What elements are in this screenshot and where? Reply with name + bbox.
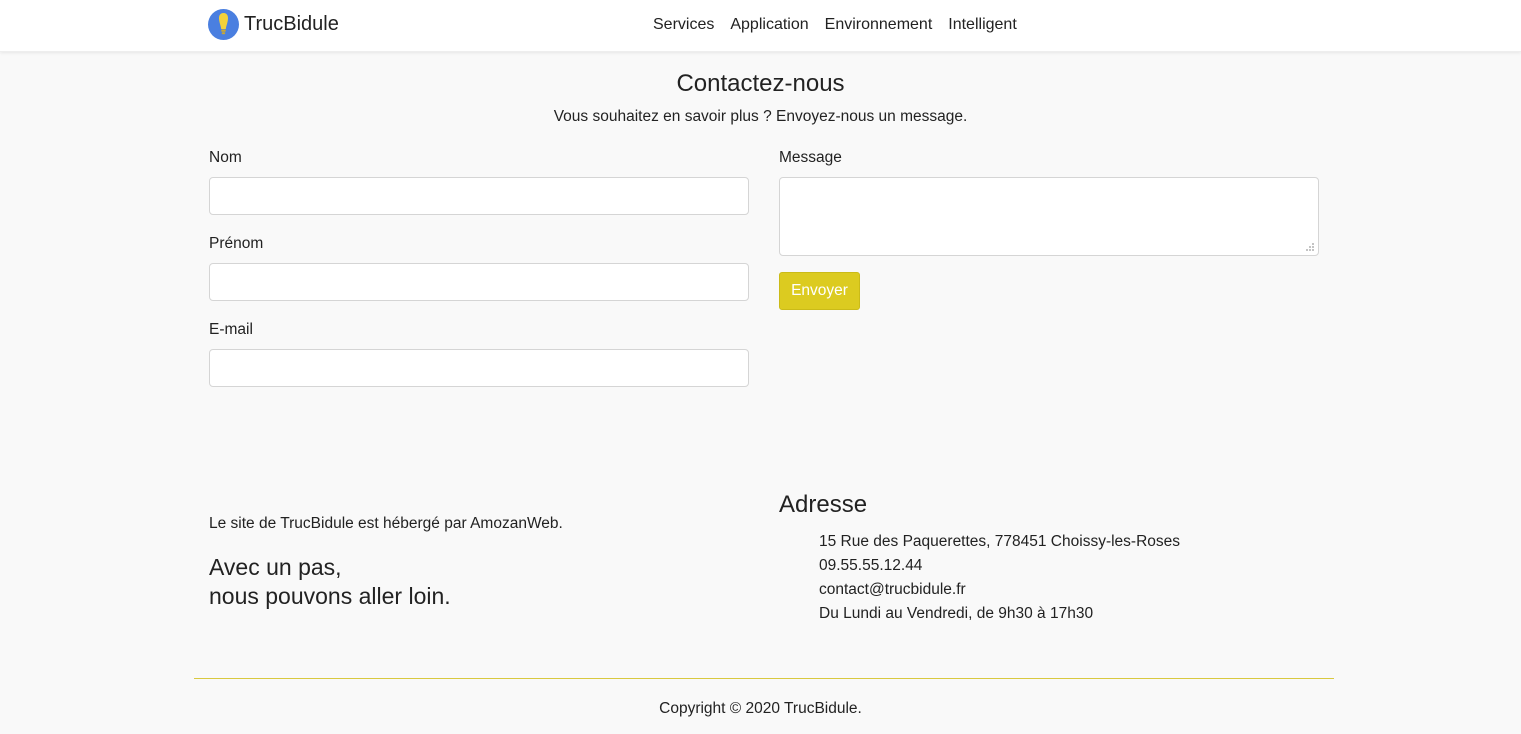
page-subtitle: Vous souhaitez en savoir plus ? Envoyez-… — [553, 108, 968, 125]
address-street: 15 Rue des Paquerettes, 778451 Choissy-l… — [819, 533, 1181, 550]
nom-input[interactable] — [209, 177, 749, 215]
send-button[interactable]: Envoyer — [779, 272, 860, 310]
message-label: Message — [779, 149, 842, 166]
message-textarea[interactable] — [779, 177, 1319, 256]
slogan: Avec un pas, nous pouvons aller loin. — [209, 553, 451, 611]
nom-label: Nom — [209, 149, 242, 166]
address-heading: Adresse — [779, 491, 868, 518]
nav-intelligent[interactable]: Intelligent — [948, 16, 1017, 34]
hosting-text: Le site de TrucBidule est hébergé par Am… — [209, 515, 563, 532]
brand-name: TrucBidule — [244, 13, 339, 35]
nav-environnement[interactable]: Environnement — [825, 16, 933, 34]
main-nav: Services Application Environnement Intel… — [653, 16, 1017, 34]
slogan-line: Avec un pas, — [209, 554, 342, 580]
address-list: 15 Rue des Paquerettes, 778451 Choissy-l… — [819, 530, 1180, 626]
prenom-input[interactable] — [209, 263, 749, 301]
brand-link[interactable]: TrucBidule — [208, 9, 339, 40]
copyright: Copyright © 2020 TrucBidule. — [659, 700, 862, 717]
lightbulb-icon — [208, 9, 239, 40]
email-input[interactable] — [209, 349, 749, 387]
page-title: Contactez-nous — [676, 70, 845, 97]
navbar: TrucBidule Services Application Environn… — [0, 0, 1521, 52]
resize-grip-icon[interactable] — [1305, 242, 1315, 252]
address-phone: 09.55.55.12.44 — [819, 557, 923, 574]
nav-services[interactable]: Services — [653, 16, 714, 34]
nav-application[interactable]: Application — [730, 16, 808, 34]
address-hours: Du Lundi au Vendredi, de 9h30 à 17h30 — [819, 605, 1094, 622]
prenom-label: Prénom — [209, 235, 264, 252]
address-email: contact@trucbidule.fr — [819, 581, 966, 598]
footer-divider — [194, 678, 1334, 679]
slogan-line: nous pouvons aller loin. — [209, 583, 451, 609]
email-label: E-mail — [209, 321, 253, 338]
